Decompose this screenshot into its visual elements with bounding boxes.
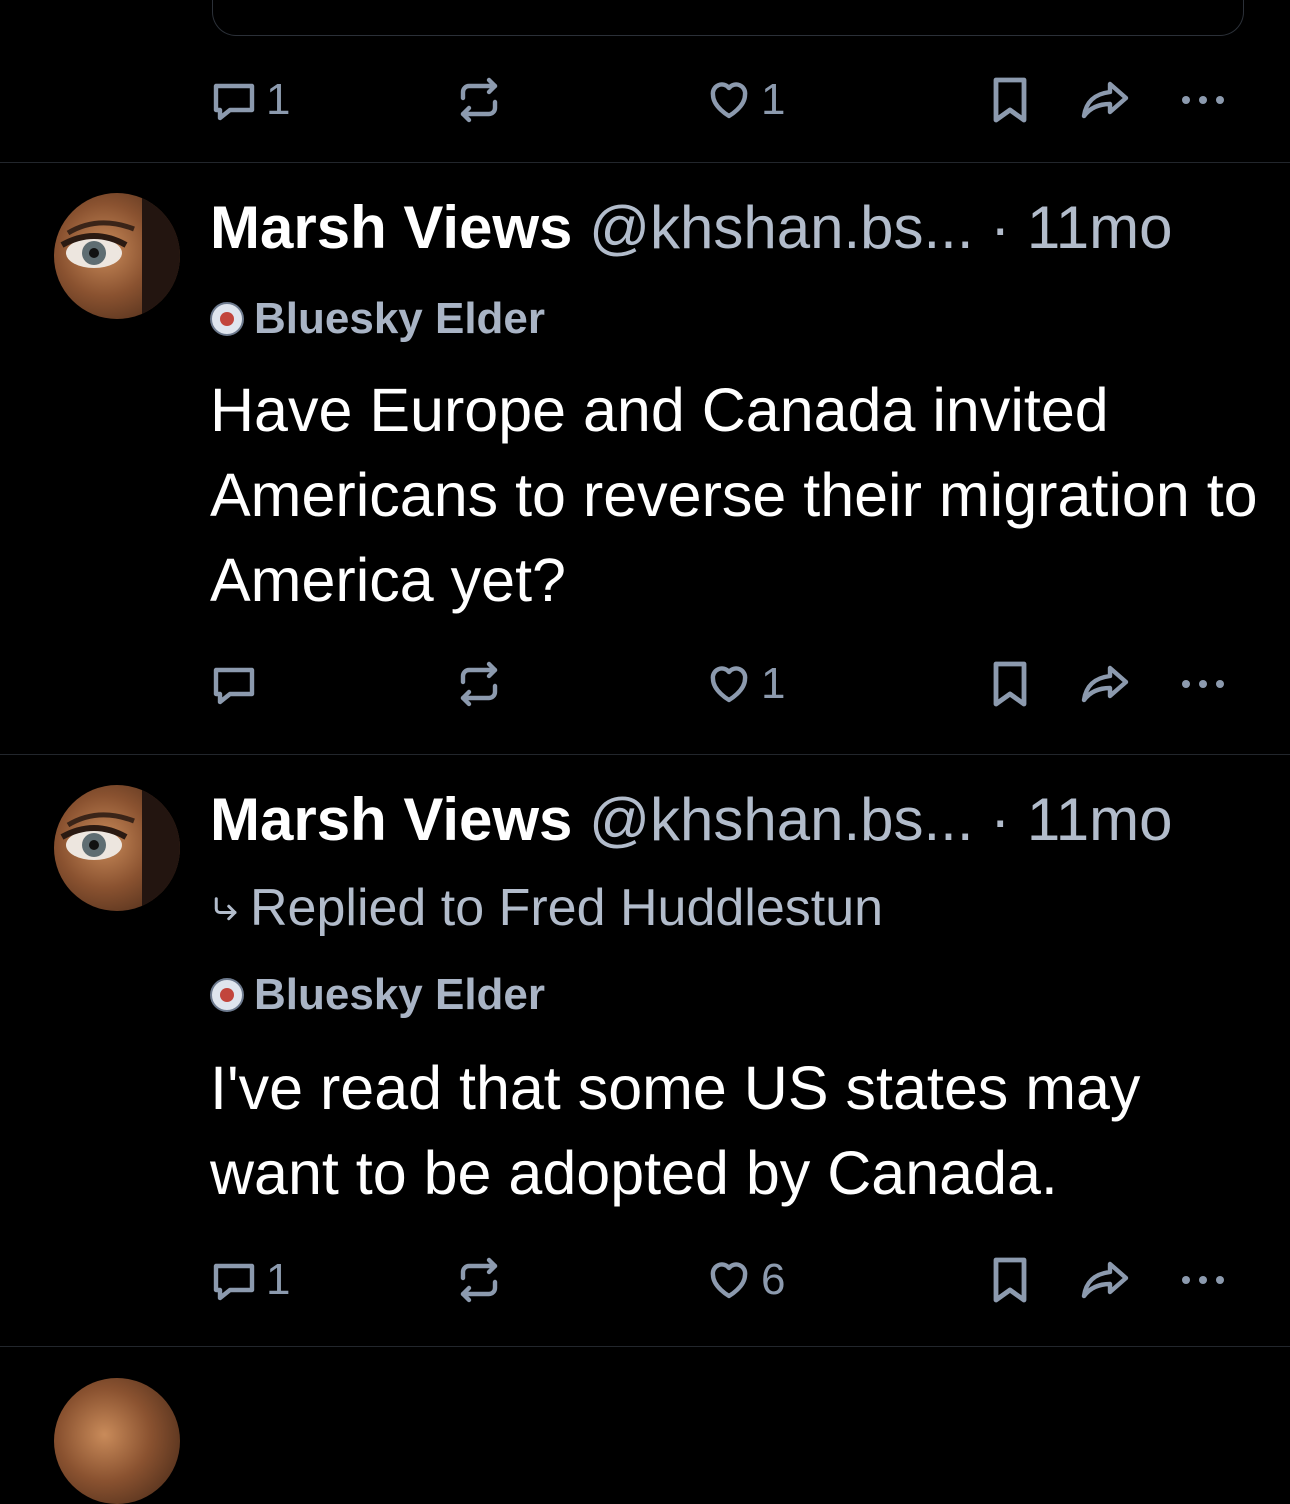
post-text: Have Europe and Canada invited Americans… (210, 376, 1258, 614)
reply-count: 1 (266, 75, 291, 124)
reply-button[interactable]: 1 (210, 1252, 290, 1308)
like-button[interactable]: 1 (705, 656, 785, 712)
share-button[interactable] (1080, 1252, 1132, 1308)
post-actions: 1 (210, 656, 1240, 712)
badge-label: Bluesky Elder (254, 970, 546, 1019)
author-handle[interactable]: @khshan.bs... (589, 786, 973, 853)
separator: · (990, 786, 1011, 853)
timestamp[interactable]: 11mo (1027, 786, 1173, 853)
repost-icon (455, 76, 503, 124)
badge-label: Bluesky Elder (254, 294, 546, 343)
post-actions: 1 1 (210, 72, 1240, 128)
more-icon (1178, 1270, 1228, 1290)
author-name[interactable]: Marsh Views (210, 194, 572, 261)
repost-button[interactable] (455, 72, 503, 128)
more-button[interactable] (1178, 656, 1228, 712)
divider (0, 1346, 1290, 1347)
like-count: 6 (761, 1255, 786, 1304)
reply-context-text: Replied to Fred Huddlestun (250, 879, 884, 937)
bookmark-icon (988, 76, 1032, 124)
repost-button[interactable] (455, 1252, 503, 1308)
author-handle[interactable]: @khshan.bs... (589, 194, 973, 261)
avatar[interactable] (54, 193, 180, 319)
like-icon (705, 660, 753, 708)
more-button[interactable] (1178, 1252, 1228, 1308)
avatar[interactable] (54, 1378, 180, 1504)
divider (0, 754, 1290, 755)
avatar[interactable] (54, 785, 180, 911)
share-button[interactable] (1080, 72, 1132, 128)
share-button[interactable] (1080, 656, 1132, 712)
bookmark-button[interactable] (988, 1252, 1032, 1308)
like-icon (705, 76, 753, 124)
like-count: 1 (761, 75, 786, 124)
reply-arrow-icon (210, 878, 240, 938)
badge-icon (210, 302, 244, 336)
more-icon (1178, 674, 1228, 694)
like-button[interactable]: 1 (705, 72, 785, 128)
like-icon (705, 1256, 753, 1304)
repost-icon (455, 660, 503, 708)
badge-row[interactable]: Bluesky Elder (210, 970, 545, 1020)
post-header: Marsh Views @khshan.bs... · 11mo (210, 784, 1172, 856)
badge-row[interactable]: Bluesky Elder (210, 294, 545, 344)
more-button[interactable] (1178, 72, 1228, 128)
separator: · (990, 194, 1011, 261)
post-actions: 1 6 (210, 1252, 1240, 1308)
share-icon (1080, 76, 1132, 124)
bookmark-button[interactable] (988, 72, 1032, 128)
post-header: Marsh Views @khshan.bs... · 11mo (210, 192, 1172, 264)
share-icon (1080, 660, 1132, 708)
bookmark-button[interactable] (988, 656, 1032, 712)
reply-count: 1 (266, 1255, 291, 1304)
embedded-card[interactable] (212, 0, 1244, 36)
like-button[interactable]: 6 (705, 1252, 785, 1308)
reply-context[interactable]: Replied to Fred Huddlestun (210, 878, 883, 938)
timestamp[interactable]: 11mo (1027, 194, 1173, 261)
reply-button[interactable] (210, 656, 266, 712)
bookmark-icon (988, 1256, 1032, 1304)
badge-icon (210, 978, 244, 1012)
more-icon (1178, 90, 1228, 110)
divider (0, 162, 1290, 163)
reply-button[interactable]: 1 (210, 72, 290, 128)
reply-icon (210, 660, 258, 708)
bookmark-icon (988, 660, 1032, 708)
repost-button[interactable] (455, 656, 503, 712)
share-icon (1080, 1256, 1132, 1304)
post-text: I've read that some US states may want t… (210, 1054, 1141, 1207)
reply-icon (210, 76, 258, 124)
author-name[interactable]: Marsh Views (210, 786, 572, 853)
reply-icon (210, 1256, 258, 1304)
like-count: 1 (761, 659, 786, 708)
repost-icon (455, 1256, 503, 1304)
